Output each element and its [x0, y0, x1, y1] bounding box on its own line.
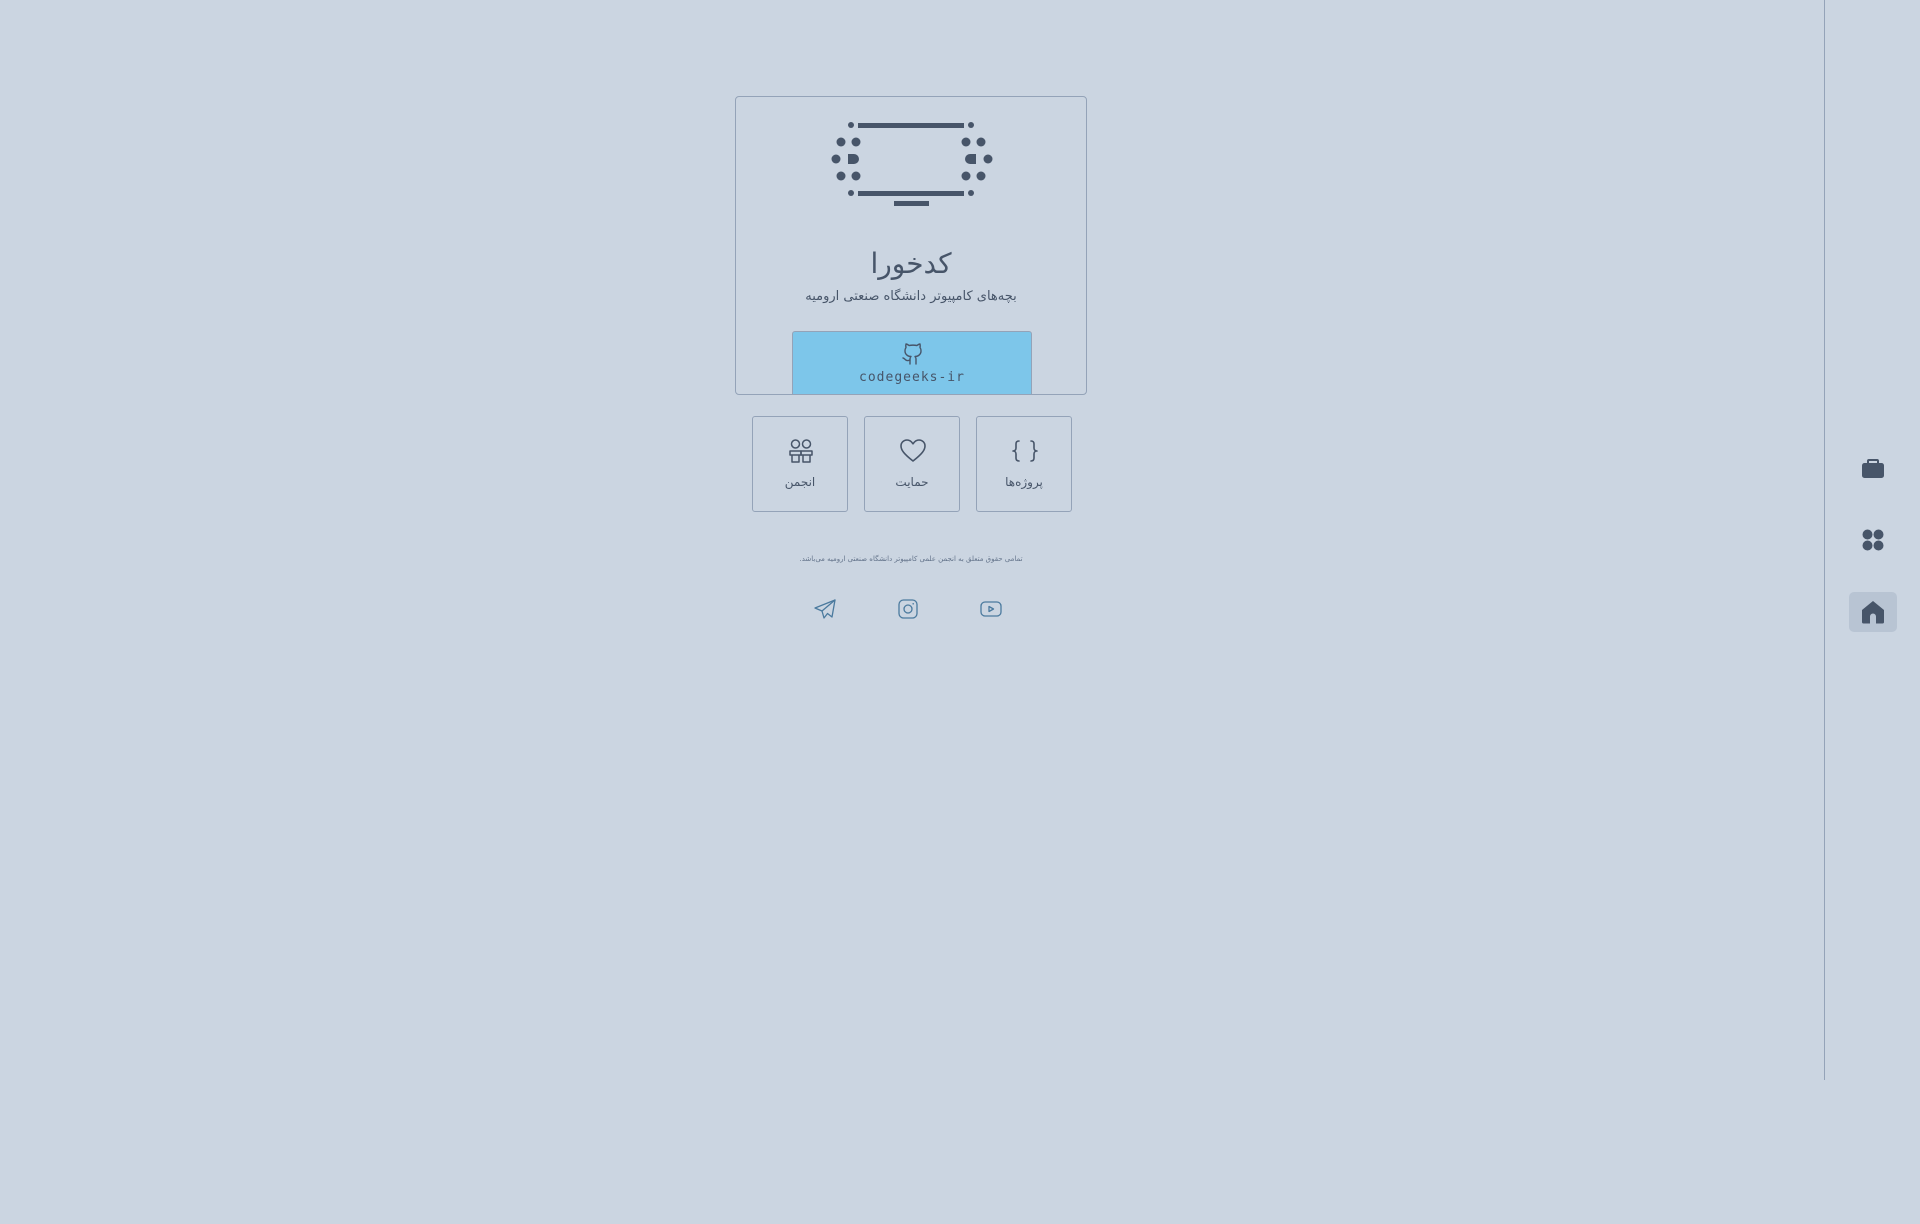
telegram-link[interactable] [813, 597, 837, 621]
page: کدخورا بچه‌های کامپیوتر دانشگاه صنعتی ار… [0, 0, 1920, 1224]
github-icon [902, 343, 922, 365]
users-icon [789, 439, 813, 463]
telegram-icon [814, 599, 836, 619]
profile-card: کدخورا بچه‌های کامپیوتر دانشگاه صنعتی ار… [735, 96, 1087, 395]
youtube-icon [980, 601, 1002, 617]
site-title: کدخورا [870, 247, 952, 280]
sidebar-item-apps[interactable] [1849, 520, 1897, 560]
briefcase-icon [1862, 459, 1884, 478]
home-icon [1862, 601, 1884, 624]
sidebar-item-home[interactable] [1849, 592, 1897, 632]
tile-community[interactable]: انجمن [752, 416, 848, 512]
tile-support-label: حمایت [895, 475, 929, 489]
instagram-link[interactable] [896, 597, 920, 621]
copyright-text: تمامی حقوق متعلق به انجمن علمی کامپیوتر … [799, 555, 1023, 563]
tile-support[interactable]: حمایت [864, 416, 960, 512]
youtube-link[interactable] [979, 597, 1003, 621]
site-subtitle: بچه‌های کامپیوتر دانشگاه صنعتی ارومیه [805, 289, 1017, 304]
github-username: codegeeks-ir [859, 370, 965, 385]
tile-community-label: انجمن [784, 475, 816, 489]
tv-logo-icon [831, 122, 993, 206]
sidebar-divider [1824, 0, 1825, 1080]
apps-grid-icon [1862, 529, 1884, 551]
sidebar-item-portfolio[interactable] [1849, 448, 1897, 488]
instagram-icon [898, 599, 918, 619]
heart-icon [900, 439, 926, 462]
tile-projects[interactable]: پروژه‌ها [976, 416, 1072, 512]
tile-projects-label: پروژه‌ها [1005, 475, 1043, 489]
github-button[interactable]: codegeeks-ir [792, 331, 1032, 394]
braces-icon [1012, 440, 1038, 462]
